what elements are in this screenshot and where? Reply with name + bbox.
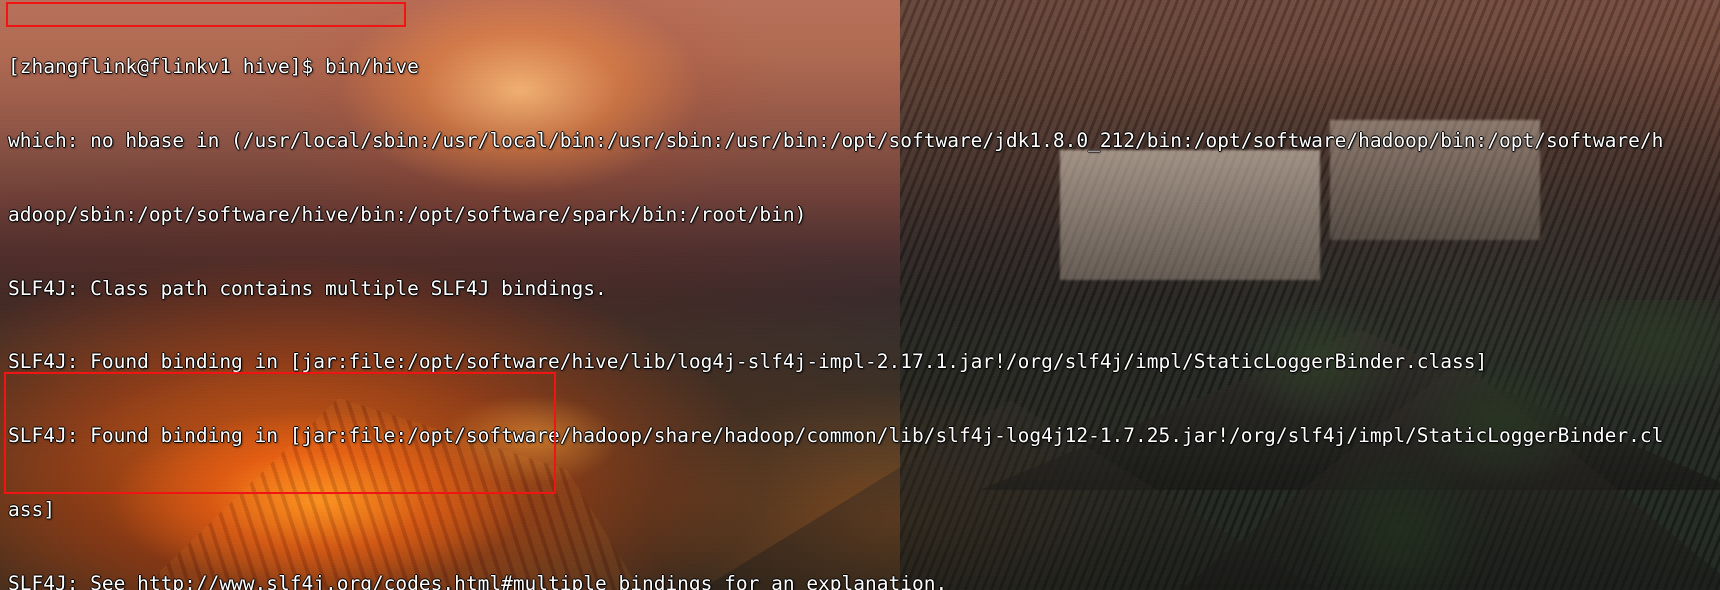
terminal-output[interactable]: [zhangflink@flinkv1 hive]$ bin/hive whic…	[0, 0, 1720, 590]
terminal-line: SLF4J: Class path contains multiple SLF4…	[8, 276, 607, 300]
terminal-line: SLF4J: Found binding in [jar:file:/opt/s…	[8, 350, 1488, 374]
terminal-line: adoop/sbin:/opt/software/hive/bin:/opt/s…	[8, 202, 807, 226]
terminal-line: SLF4J: Found binding in [jar:file:/opt/s…	[8, 424, 1664, 448]
terminal-line: which: no hbase in (/usr/local/sbin:/usr…	[8, 128, 1664, 152]
terminal-line: SLF4J: See http://www.slf4j.org/codes.ht…	[8, 571, 948, 590]
desktop-screen: [zhangflink@flinkv1 hive]$ bin/hive whic…	[0, 0, 1720, 590]
terminal-line: [zhangflink@flinkv1 hive]$ bin/hive	[8, 55, 419, 79]
terminal-line: ass]	[8, 497, 55, 521]
